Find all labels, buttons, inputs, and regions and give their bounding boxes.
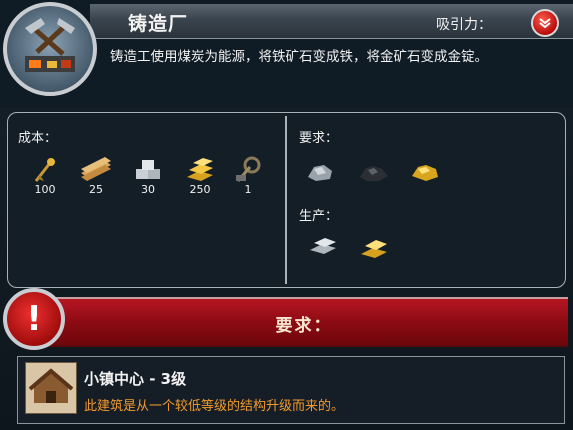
requirement-banner: 要求： xyxy=(40,297,568,347)
chevron-down-icon xyxy=(539,18,551,29)
gold-bars-icon xyxy=(187,158,213,181)
cost-item: 100 xyxy=(25,155,65,196)
attractiveness-label: 吸引力： xyxy=(436,17,492,33)
collapse-button[interactable] xyxy=(531,9,559,37)
gold-ingot-icon xyxy=(361,240,387,258)
cost-amount: 25 xyxy=(89,183,103,196)
production-label: 生产： xyxy=(299,209,339,224)
building-description: 铸造工使用煤炭为能源，将铁矿石变成铁，将金矿石变成金锭。 xyxy=(110,49,488,65)
requirements-label: 要求： xyxy=(299,131,339,146)
building-title: 铸造厂 xyxy=(128,13,189,35)
prerequisite-description: 此建筑是从一个较低等级的结构升级而来的。 xyxy=(84,399,345,414)
stone-blocks-icon xyxy=(136,160,160,179)
iron-ingot-icon xyxy=(310,238,336,254)
iron-ore-icon xyxy=(308,165,332,181)
cost-label: 成本： xyxy=(18,131,58,146)
requirement-item xyxy=(301,157,341,185)
cost-amount: 30 xyxy=(141,183,155,196)
town-center-icon xyxy=(25,362,77,414)
scepter-icon xyxy=(34,158,55,182)
wood-planks-icon xyxy=(81,157,111,181)
gold-ore-icon xyxy=(412,165,438,181)
cost-item: 30 xyxy=(128,155,168,196)
production-item xyxy=(303,232,343,260)
section-divider xyxy=(285,116,287,284)
alert-icon: ! xyxy=(3,288,65,350)
coal-icon xyxy=(360,166,388,181)
building-portrait xyxy=(3,2,97,96)
production-item xyxy=(354,232,394,262)
cost-item: 1 xyxy=(228,155,268,196)
cost-amount: 1 xyxy=(244,183,252,196)
foundry-icon xyxy=(25,18,75,72)
cost-item: 25 xyxy=(76,155,116,196)
prerequisite-title: 小镇中心 - 3级 xyxy=(84,370,187,388)
banner-label: 要求： xyxy=(275,316,333,336)
requirement-item xyxy=(354,157,394,185)
requirement-item xyxy=(405,157,445,185)
cost-amount: 250 xyxy=(189,183,211,196)
cost-amount: 100 xyxy=(34,183,56,196)
cost-item: 250 xyxy=(180,155,220,196)
tools-icon xyxy=(236,156,261,182)
